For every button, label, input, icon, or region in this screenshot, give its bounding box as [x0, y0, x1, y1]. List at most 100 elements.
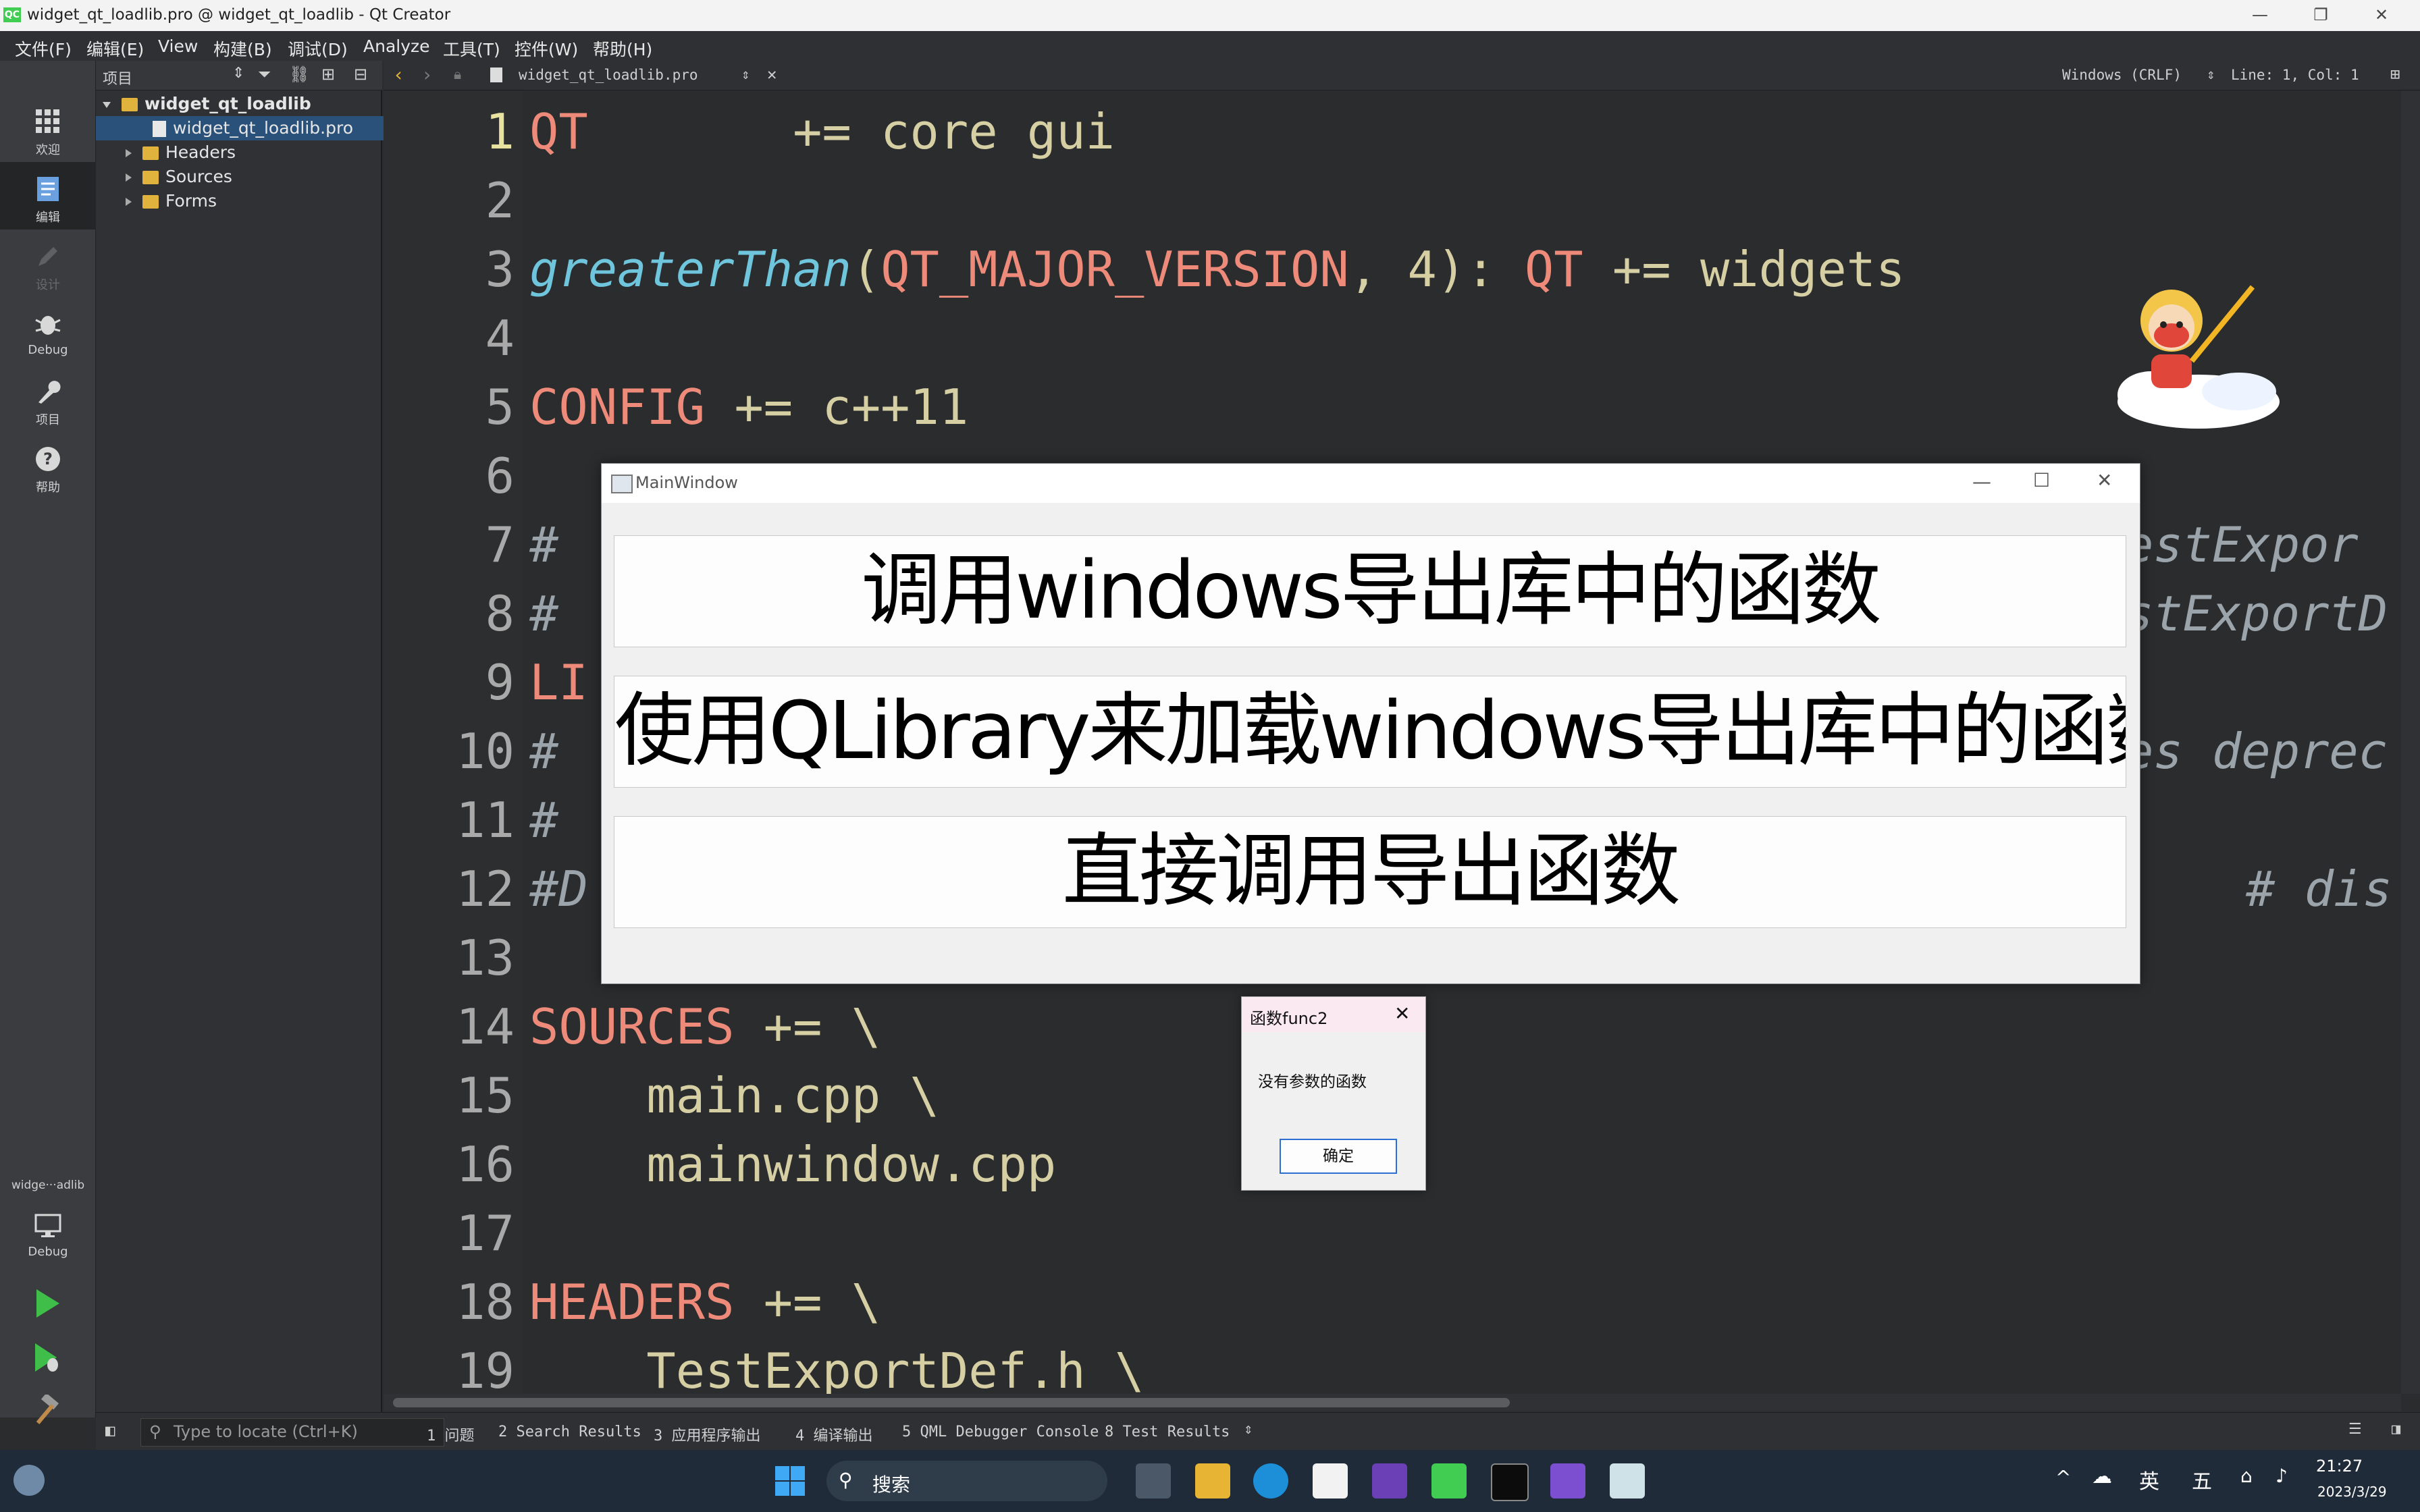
- minimize-button[interactable]: —: [2230, 0, 2290, 31]
- project-view-selector[interactable]: 项目: [103, 67, 132, 88]
- locator-input[interactable]: ⚲ Type to locate (Ctrl+K): [140, 1418, 444, 1447]
- ime-indicator[interactable]: 英: [2139, 1465, 2159, 1494]
- clock-time[interactable]: 21:27: [2316, 1457, 2363, 1476]
- build-hammer-icon[interactable]: [30, 1395, 63, 1428]
- horizontal-scrollbar-thumb[interactable]: [393, 1398, 1510, 1407]
- menu-view[interactable]: View: [158, 36, 198, 56]
- app-close-icon[interactable]: ✕: [2097, 469, 2112, 491]
- maximize-button[interactable]: ❐: [2290, 0, 2351, 31]
- line-number: 13: [456, 929, 515, 986]
- menu-tools[interactable]: 工具(T): [443, 36, 500, 61]
- title-bar: QC widget_qt_loadlib.pro @ widget_qt_loa…: [0, 0, 2420, 31]
- split-editor-icon[interactable]: ⊞: [2390, 65, 2400, 84]
- ime-mode-indicator[interactable]: 五: [2192, 1465, 2212, 1494]
- menu-widgets[interactable]: 控件(W): [515, 36, 578, 61]
- app-maximize-icon[interactable]: ☐: [2033, 469, 2050, 491]
- start-windows-icon[interactable]: [774, 1465, 806, 1497]
- terminal-icon[interactable]: [1491, 1463, 1529, 1501]
- qt-creator-logo-icon: QC: [3, 7, 21, 22]
- menu-edit[interactable]: 编辑(E): [86, 36, 144, 61]
- line-endings[interactable]: Windows (CRLF): [2062, 67, 2182, 83]
- tree-item-sources[interactable]: Sources: [96, 165, 412, 189]
- mode-help[interactable]: ? 帮助: [0, 432, 96, 500]
- menu-debug[interactable]: 调试(D): [288, 36, 348, 61]
- visual-studio-2-icon[interactable]: [1550, 1463, 1585, 1498]
- mode-selector-bar: 欢迎 编辑 设计 Debug 项目 ? 帮助 widge···adlib Deb…: [0, 61, 96, 1424]
- tab-search-results[interactable]: 2 Search Results: [498, 1424, 641, 1440]
- mode-design-label: 设计: [36, 278, 60, 292]
- filter-icon[interactable]: ⏷: [258, 65, 271, 84]
- mode-design[interactable]: 设计: [0, 230, 96, 297]
- line-number: 1: [485, 103, 515, 160]
- window-title: widget_qt_loadlib.pro @ widget_qt_loadli…: [27, 6, 451, 24]
- call-export-directly-button[interactable]: 直接调用导出函数: [614, 816, 2126, 928]
- tree-item-forms[interactable]: Forms: [96, 189, 412, 213]
- onedrive-cloud-icon[interactable]: ☁: [2092, 1465, 2112, 1488]
- run-icon[interactable]: [30, 1287, 63, 1320]
- monitor-icon: [34, 1214, 61, 1237]
- tab-compile-output[interactable]: 4 编译输出: [795, 1424, 873, 1445]
- ok-button[interactable]: 确定: [1280, 1139, 1397, 1174]
- mode-projects[interactable]: 项目: [0, 364, 96, 432]
- close-file-icon[interactable]: ✕: [767, 65, 777, 84]
- more-tabs-arrows-icon[interactable]: ⇕: [1244, 1421, 1253, 1438]
- volume-icon[interactable]: ♪: [2276, 1465, 2288, 1487]
- message-box-dialog: 函数func2 ✕ 没有参数的函数 确定: [1241, 996, 1426, 1191]
- network-icon[interactable]: ⌂: [2240, 1465, 2253, 1487]
- task-view-icon[interactable]: [1136, 1463, 1171, 1498]
- mode-welcome[interactable]: 欢迎: [0, 94, 96, 162]
- output-settings-icon[interactable]: ☰: [2348, 1421, 2362, 1438]
- split-icon[interactable]: ⊞: [321, 65, 335, 84]
- file-explorer-icon[interactable]: [1195, 1463, 1230, 1498]
- line-number: 2: [485, 172, 515, 229]
- load-with-qlibrary-button[interactable]: 使用QLibrary来加载windows导出库中的函数: [614, 676, 2126, 788]
- weather-widget-icon[interactable]: [14, 1465, 45, 1496]
- tab-test-results[interactable]: 8 Test Results: [1105, 1424, 1230, 1440]
- tab-application-output[interactable]: 3 应用程序输出: [654, 1424, 761, 1445]
- tray-chevron-icon[interactable]: ^: [2055, 1466, 2071, 1488]
- tree-item-headers[interactable]: Headers: [96, 140, 412, 165]
- mode-edit[interactable]: 编辑: [0, 162, 96, 230]
- toggle-right-pane-icon[interactable]: ◨: [2392, 1421, 2400, 1438]
- forward-arrow-icon[interactable]: ›: [421, 63, 433, 86]
- collapsed-arrow-icon: [126, 173, 132, 182]
- close-panel-icon[interactable]: ⊟: [354, 65, 367, 84]
- open-file-tab[interactable]: widget_qt_loadlib.pro: [519, 67, 698, 83]
- visual-studio-icon[interactable]: [1372, 1463, 1407, 1498]
- toggle-sidebar-icon[interactable]: ◧: [105, 1421, 115, 1440]
- qt-creator-taskbar-icon[interactable]: [1431, 1463, 1467, 1498]
- edge-browser-icon[interactable]: [1253, 1463, 1288, 1498]
- collapsed-arrow-icon: [126, 149, 132, 157]
- tab-issues[interactable]: 1 问题: [427, 1424, 475, 1445]
- microsoft-store-icon[interactable]: [1313, 1463, 1348, 1498]
- link-icon[interactable]: ⛓: [289, 65, 309, 84]
- menu-file[interactable]: 文件(F): [15, 36, 72, 61]
- back-arrow-icon[interactable]: ‹: [393, 63, 404, 86]
- code-line-9: LI: [529, 654, 588, 711]
- message-box-close-icon[interactable]: ✕: [1394, 1002, 1410, 1025]
- tab-qml-debugger-console[interactable]: 5 QML Debugger Console: [902, 1424, 1099, 1440]
- close-button[interactable]: ✕: [2351, 0, 2412, 31]
- grid-icon: [36, 109, 59, 133]
- cursor-position[interactable]: Line: 1, Col: 1: [2231, 67, 2359, 83]
- clock-date[interactable]: 2023/3/29: [2317, 1484, 2387, 1500]
- call-windows-export-lib-button[interactable]: 调用windows导出库中的函数: [614, 535, 2126, 647]
- code-line-11: #: [529, 792, 588, 848]
- running-app-icon[interactable]: [1610, 1463, 1645, 1498]
- folder-icon: [142, 146, 159, 160]
- file-selector-arrows-icon[interactable]: ⇕: [741, 66, 750, 82]
- selector-arrows-icon: ⇕: [232, 65, 245, 82]
- code-line-10: #: [529, 723, 588, 780]
- tree-item-root[interactable]: widget_qt_loadlib: [96, 92, 389, 116]
- debug-run-icon[interactable]: [30, 1341, 63, 1374]
- menu-build[interactable]: 构建(B): [213, 36, 272, 61]
- kit-selector[interactable]: Debug: [0, 1199, 96, 1266]
- code-line-8-right: stExportD: [2124, 585, 2388, 642]
- menu-help[interactable]: 帮助(H): [593, 36, 652, 61]
- vertical-scrollbar[interactable]: [2401, 91, 2420, 1394]
- mode-debug[interactable]: Debug: [0, 297, 96, 364]
- menu-analyze[interactable]: Analyze: [363, 36, 430, 56]
- line-number: 19: [456, 1343, 515, 1399]
- taskbar-search-box[interactable]: ⚲ 搜索: [826, 1461, 1107, 1501]
- app-minimize-icon[interactable]: —: [1972, 470, 1991, 493]
